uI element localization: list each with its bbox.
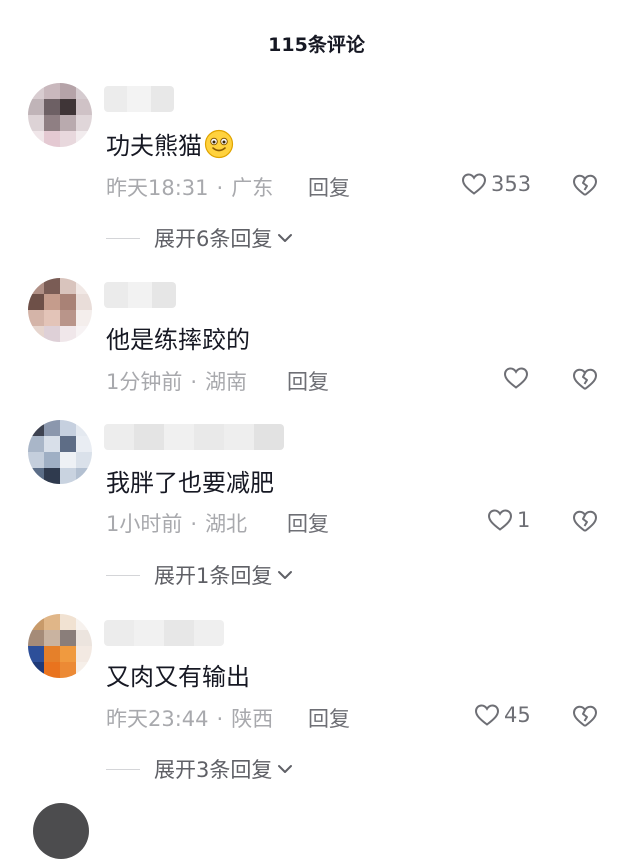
reply-button[interactable]: 回复 [287,508,329,538]
avatar[interactable] [28,420,92,484]
expand-replies-button[interactable]: 展开1条回复 [106,560,294,590]
comment-text: 又肉又有输出 [106,663,250,691]
avatar[interactable] [28,614,92,678]
like-count: 45 [504,703,531,727]
username-blurred[interactable] [104,424,284,450]
expand-replies-button[interactable]: 展开3条回复 [106,754,294,784]
chevron-down-icon [278,234,293,242]
broken-heart-icon[interactable] [572,172,598,198]
avatar[interactable] [28,278,92,342]
username-blurred[interactable] [104,282,176,308]
like-button[interactable]: 45 [474,703,531,727]
comment-location: 陕西 [231,707,274,731]
like-button[interactable] [503,366,533,390]
like-button[interactable]: 353 [461,172,531,196]
comment-time: 1小时前 [106,512,183,536]
comment-time: 昨天18:31 [106,176,209,200]
reply-button[interactable]: 回复 [308,172,350,202]
comment-item: 又肉又有输出 昨天23:44 · 陕西 回复 45 展开3条回复 [0,0,633,782]
like-count: 353 [491,172,532,196]
expand-replies-label: 展开3条回复 [154,758,273,782]
broken-heart-icon[interactable] [572,366,598,392]
heart-icon [503,367,529,389]
username-blurred[interactable] [104,620,224,646]
divider-line [106,768,140,770]
heart-icon [461,173,487,195]
comment-location: 广东 [231,176,274,200]
avatar[interactable] [33,803,89,859]
divider-line [106,574,140,576]
chevron-down-icon [278,765,293,773]
comment-time: 昨天23:44 [106,707,209,731]
expand-replies-label: 展开1条回复 [154,564,273,588]
comment-time: 1分钟前 [106,370,183,394]
comment-location: 湖南 [205,370,248,394]
broken-heart-icon[interactable] [572,703,598,729]
comment-text: 我胖了也要减肥 [106,469,274,497]
reply-button[interactable]: 回复 [287,366,329,396]
heart-icon [474,704,500,726]
broken-heart-icon[interactable] [572,508,598,534]
like-button[interactable]: 1 [487,508,530,532]
heart-icon [487,509,513,531]
comment-text: 他是练摔跤的 [106,326,250,354]
expand-replies-label: 展开6条回复 [154,227,273,251]
chevron-down-icon [278,571,293,579]
like-count: 1 [517,508,531,532]
expand-replies-button[interactable]: 展开6条回复 [106,223,294,253]
comment-location: 湖北 [205,512,248,536]
reply-button[interactable]: 回复 [308,703,350,733]
divider-line [106,237,140,239]
